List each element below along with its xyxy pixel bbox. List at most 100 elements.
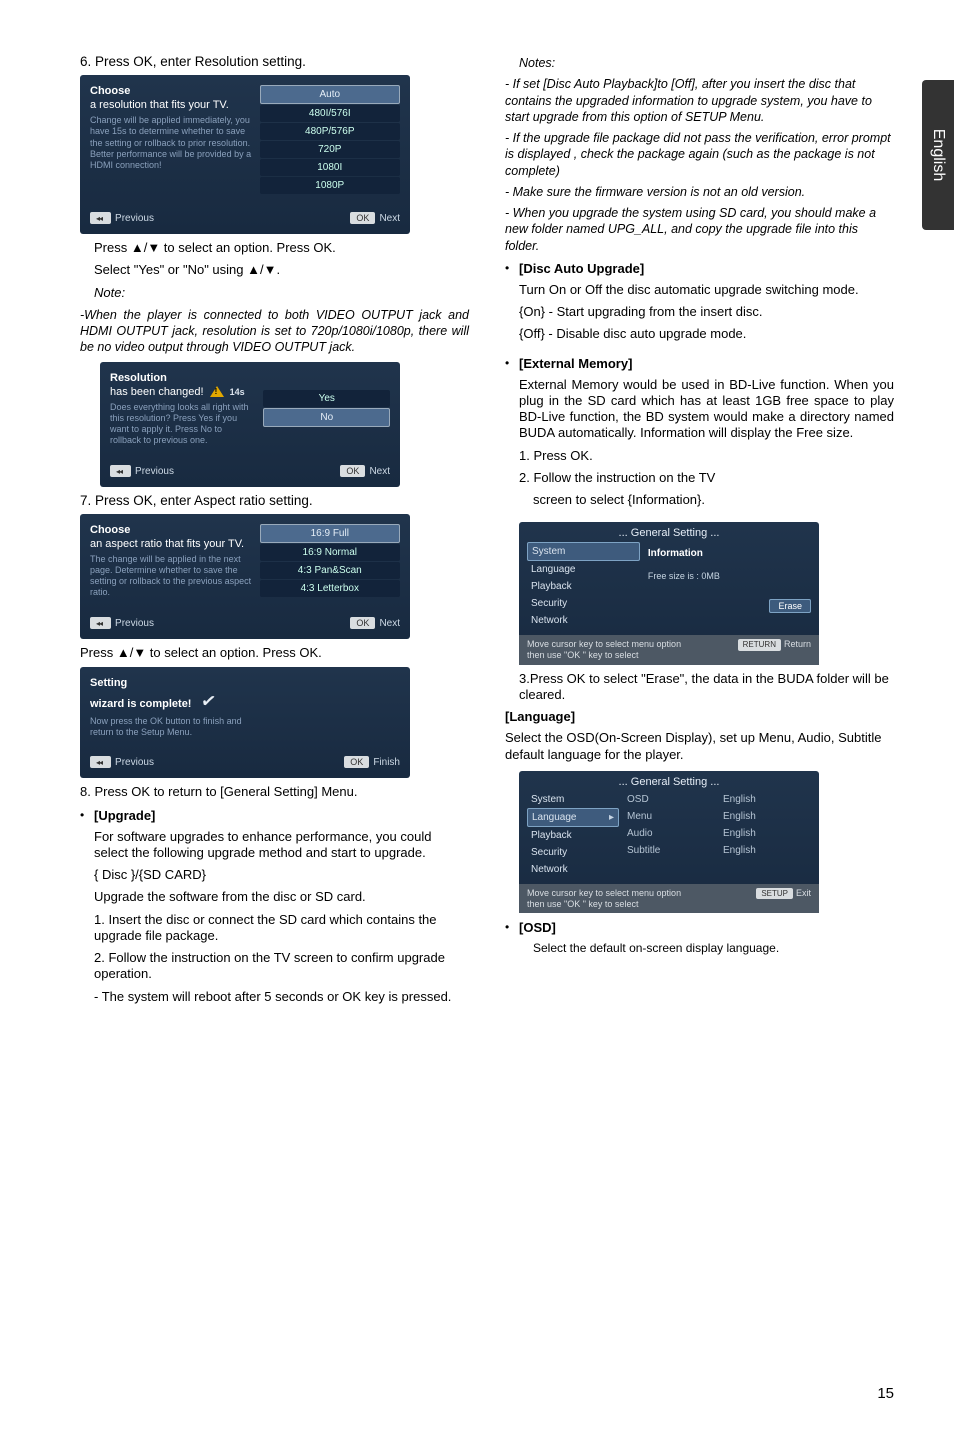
disc-auto-upgrade-heading: [Disc Auto Upgrade] [519, 261, 894, 276]
setting-desc: Now press the OK button to finish and re… [90, 716, 252, 739]
gs2-menu[interactable]: Menu [623, 808, 715, 825]
osd-heading: [OSD] [519, 920, 894, 935]
ext-step-3: 3.Press OK to select "Erase", the data i… [519, 671, 894, 704]
step-7: 7. Press OK, enter Aspect ratio setting. [80, 493, 469, 508]
return-button[interactable]: RETURNReturn [738, 639, 811, 661]
res-option-480p[interactable]: 480P/576P [260, 123, 400, 140]
prev-button[interactable]: Previous [90, 212, 154, 224]
setting-subtitle: wizard is complete!✓ [90, 691, 252, 712]
ext-step-2b: screen to select {Information}. [533, 492, 894, 508]
note-label: Note: [94, 285, 469, 301]
next-button[interactable]: OKNext [340, 465, 390, 477]
gs2-audio-val: English [719, 825, 811, 842]
free-size: Free size is : 0MB [648, 571, 811, 581]
choose-desc: Change will be applied immediately, you … [90, 115, 252, 171]
upgrade-para: For software upgrades to enhance perform… [94, 829, 469, 862]
aspect-169normal[interactable]: 16:9 Normal [260, 544, 400, 561]
step-6: 6. Press OK, enter Resolution setting. [80, 54, 469, 69]
disc-sd-line: { Disc }/{SD CARD} [94, 867, 469, 883]
dau-on: {On} - Start upgrading from the insert d… [519, 304, 894, 320]
gs2-osd[interactable]: OSD [623, 791, 715, 808]
upgrade-step-1: 1. Insert the disc or connect the SD car… [94, 912, 469, 945]
wizard-complete-panel: Setting wizard is complete!✓ Now press t… [80, 667, 410, 779]
aspect-169full[interactable]: 16:9 Full [260, 524, 400, 543]
choose-title: Choose [90, 85, 252, 97]
next-button[interactable]: OKNext [350, 212, 400, 224]
ext-para: External Memory would be used in BD-Live… [519, 377, 894, 442]
osd-desc: Select the default on-screen display lan… [533, 941, 894, 956]
yes-option[interactable]: Yes [263, 390, 390, 407]
warning-icon [210, 386, 224, 397]
information-label: Information [648, 542, 811, 563]
right-column: Notes: - If set [Disc Auto Playback]to [… [505, 50, 894, 1011]
res-option-auto[interactable]: Auto [260, 85, 400, 104]
res-subtitle: has been changed!14s [110, 386, 255, 398]
footer-help-2: Move cursor key to select menu optionthe… [527, 888, 756, 910]
prev-button[interactable]: Previous [90, 617, 154, 629]
hdmi-note: -When the player is connected to both VI… [80, 307, 469, 356]
next-button[interactable]: OKNext [350, 617, 400, 629]
step-8: 8. Press OK to return to [General Settin… [80, 784, 469, 800]
aspect-subtitle: an aspect ratio that fits your TV. [90, 538, 252, 550]
dau-desc: Turn On or Off the disc automatic upgrad… [519, 282, 894, 298]
general-setting-language-panel: ... General Setting ... System Language … [519, 771, 819, 914]
bullet-icon: • [505, 261, 519, 349]
language-para: Select the OSD(On-Screen Display), set u… [505, 730, 894, 763]
exit-button[interactable]: SETUPExit [756, 888, 811, 910]
upgrade-step-2: 2. Follow the instruction on the TV scre… [94, 950, 469, 983]
note-4: - When you upgrade the system using SD c… [505, 205, 894, 254]
upgrade-reboot: - The system will reboot after 5 seconds… [94, 989, 469, 1005]
aspect-title: Choose [90, 524, 252, 536]
gs2-security[interactable]: Security [527, 844, 619, 861]
gs2-network[interactable]: Network [527, 861, 619, 878]
aspect-43letter[interactable]: 4:3 Letterbox [260, 580, 400, 597]
ext-step-2: 2. Follow the instruction on the TV [519, 470, 894, 486]
finish-button[interactable]: OKFinish [344, 756, 400, 768]
disc-sd-desc: Upgrade the software from the disc or SD… [94, 889, 469, 905]
resolution-changed-panel: Resolution has been changed!14s Does eve… [100, 362, 400, 487]
res-option-1080i[interactable]: 1080I [260, 159, 400, 176]
gs2-menu-val: English [719, 808, 811, 825]
gs-playback[interactable]: Playback [527, 578, 640, 595]
gs2-playback[interactable]: Playback [527, 827, 619, 844]
check-icon: ✓ [200, 690, 219, 713]
gs2-osd-val: English [719, 791, 811, 808]
select-option-instruction: Press ▲/▼ to select an option. Press OK. [94, 240, 469, 256]
gs2-system[interactable]: System [527, 791, 619, 808]
gs2-subtitle[interactable]: Subtitle [623, 842, 715, 859]
yes-no-instruction: Select "Yes" or "No" using ▲/▼. [94, 262, 469, 278]
gs-language[interactable]: Language [527, 561, 640, 578]
general-setting-info-panel: ... General Setting ... System Language … [519, 522, 819, 665]
gs2-language[interactable]: Language [527, 808, 619, 827]
external-memory-heading: [External Memory] [519, 356, 894, 371]
gs-system[interactable]: System [527, 542, 640, 561]
bullet-icon: • [505, 920, 519, 962]
bullet-icon: • [80, 808, 94, 1011]
ext-step-1: 1. Press OK. [519, 448, 894, 464]
language-tab: English [922, 80, 954, 230]
erase-button[interactable]: Erase [769, 599, 811, 613]
prev-button[interactable]: Previous [110, 465, 174, 477]
gs2-audio[interactable]: Audio [623, 825, 715, 842]
gs-network[interactable]: Network [527, 612, 640, 629]
no-option[interactable]: No [263, 408, 390, 427]
res-option-720p[interactable]: 720P [260, 141, 400, 158]
prev-button[interactable]: Previous [90, 756, 154, 768]
dau-off: {Off} - Disable disc auto upgrade mode. [519, 326, 894, 342]
aspect-desc: The change will be applied in the next p… [90, 554, 252, 599]
gs-security[interactable]: Security [527, 595, 640, 612]
res-title: Resolution [110, 372, 255, 384]
setting-title: Setting [90, 677, 252, 689]
res-option-1080p[interactable]: 1080P [260, 177, 400, 194]
choose-subtitle: a resolution that fits your TV. [90, 99, 252, 111]
res-desc: Does everything looks all right with thi… [110, 402, 255, 447]
res-option-480i[interactable]: 480I/576I [260, 105, 400, 122]
resolution-choose-panel: Choose a resolution that fits your TV. C… [80, 75, 410, 234]
note-2: - If the upgrade file package did not pa… [505, 130, 894, 179]
aspect-43pan[interactable]: 4:3 Pan&Scan [260, 562, 400, 579]
page-number: 15 [877, 1385, 894, 1402]
gs-title: ... General Setting ... [519, 522, 819, 542]
gs2-title: ... General Setting ... [519, 771, 819, 791]
aspect-select-instruction: Press ▲/▼ to select an option. Press OK. [80, 645, 469, 661]
gs2-subtitle-val: English [719, 842, 811, 859]
